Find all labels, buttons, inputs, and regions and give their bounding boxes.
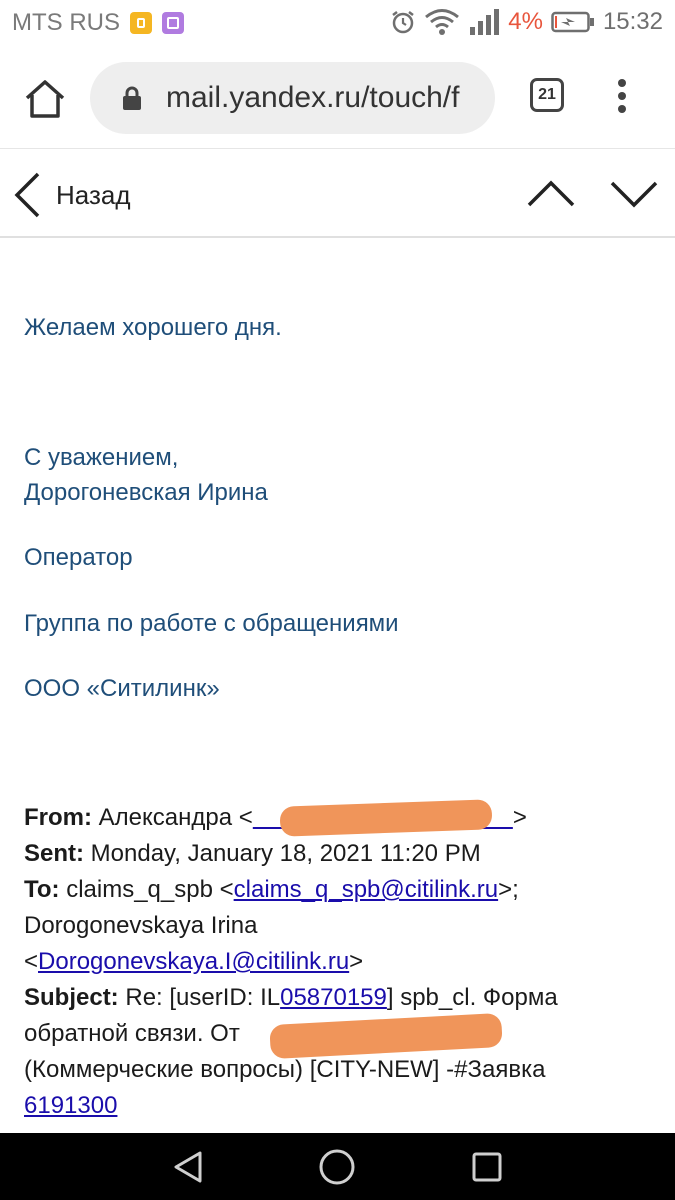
battery-icon	[551, 11, 594, 33]
nav-back-triangle-icon[interactable]	[170, 1149, 206, 1185]
sender-name-text: Дорогоневская Ирина	[24, 479, 268, 506]
clock-time: 15:32	[602, 8, 663, 35]
cc-email-link[interactable]: Dorogonevskaya.I@citilink.ru	[38, 948, 349, 975]
greeting-text: Желаем хорошего дня.	[24, 314, 282, 341]
nav-recent-square-icon[interactable]	[471, 1151, 503, 1183]
sent-value: Monday, January 18, 2021 11:20 PM	[90, 840, 481, 867]
back-button[interactable]: Назад	[12, 171, 131, 219]
lock-icon	[123, 86, 141, 110]
email-body: Желаем хорошего дня. С уважением, Дорого…	[0, 238, 675, 1133]
subject-part3: (Коммерческие вопросы) [CITY-NEW] -#Заяв…	[24, 1056, 546, 1083]
from-name: Александра <	[98, 804, 253, 831]
userid-link[interactable]: 05870159	[280, 984, 387, 1011]
alarm-icon	[392, 11, 414, 34]
cc-close: >	[349, 948, 364, 975]
to-after: >;	[498, 876, 519, 903]
to-name: claims_q_spb <	[66, 876, 234, 903]
sent-line: Sent: Monday, January 18, 2021 11:20 PM	[24, 836, 654, 872]
to-email-link[interactable]: claims_q_spb@citilink.ru	[234, 876, 498, 903]
ticket-line: 6191300	[24, 1088, 654, 1124]
subject-label: Subject:	[24, 984, 119, 1011]
group-text: Группа по работе с обращениями	[24, 610, 399, 637]
quoted-header: From: Александра <​ > Sent: Monday, Janu…	[24, 800, 654, 1124]
chevron-left-icon	[14, 172, 40, 218]
to-line: To: claims_q_spb <claims_q_spb@citilink.…	[24, 872, 654, 908]
browser-address-row: mail.yandex.ru/touch/f 21	[0, 48, 675, 148]
nav-home-circle-icon[interactable]	[318, 1148, 356, 1186]
status-bar: MTS RUS 4% 15:32	[0, 0, 675, 48]
address-bar[interactable]: mail.yandex.ru/touch/f	[90, 62, 495, 134]
wifi-icon	[425, 9, 460, 35]
message-toolbar: Назад	[0, 148, 675, 238]
battery-percent: 4%	[508, 8, 543, 35]
home-icon[interactable]	[22, 76, 68, 122]
status-left: MTS RUS	[12, 9, 184, 37]
next-message-chevron-down-icon[interactable]	[608, 173, 660, 213]
url-text: mail.yandex.ru/touch/f	[166, 81, 460, 114]
gallery-badge-icon	[162, 12, 184, 34]
role-text: Оператор	[24, 544, 133, 571]
previous-message-chevron-up-icon[interactable]	[525, 173, 577, 213]
sent-label: Sent:	[24, 840, 84, 867]
cc-open: <	[24, 948, 39, 975]
subject-part1: Re: [userID: IL	[125, 984, 281, 1011]
tab-count-button[interactable]: 21	[530, 78, 564, 112]
status-right: 4% 15:32	[390, 8, 663, 36]
ticket-number-link[interactable]: 6191300	[24, 1092, 117, 1119]
overflow-menu-icon[interactable]	[610, 76, 634, 120]
back-label: Назад	[56, 179, 131, 210]
from-close: >	[512, 804, 527, 831]
to-label: To:	[24, 876, 60, 903]
carrier-name: MTS RUS	[12, 9, 120, 36]
system-navigation-bar	[0, 1133, 675, 1200]
cc-email-line: <Dorogonevskaya.I@citilink.ru>	[24, 944, 654, 980]
cc-name-line: Dorogonevskaya Irina	[24, 912, 258, 939]
signoff-text: С уважением,	[24, 444, 179, 471]
company-text: ООО «Ситилинк»	[24, 675, 220, 702]
from-label: From:	[24, 804, 92, 831]
signal-icon	[470, 9, 500, 35]
sim-badge-icon	[130, 12, 152, 34]
